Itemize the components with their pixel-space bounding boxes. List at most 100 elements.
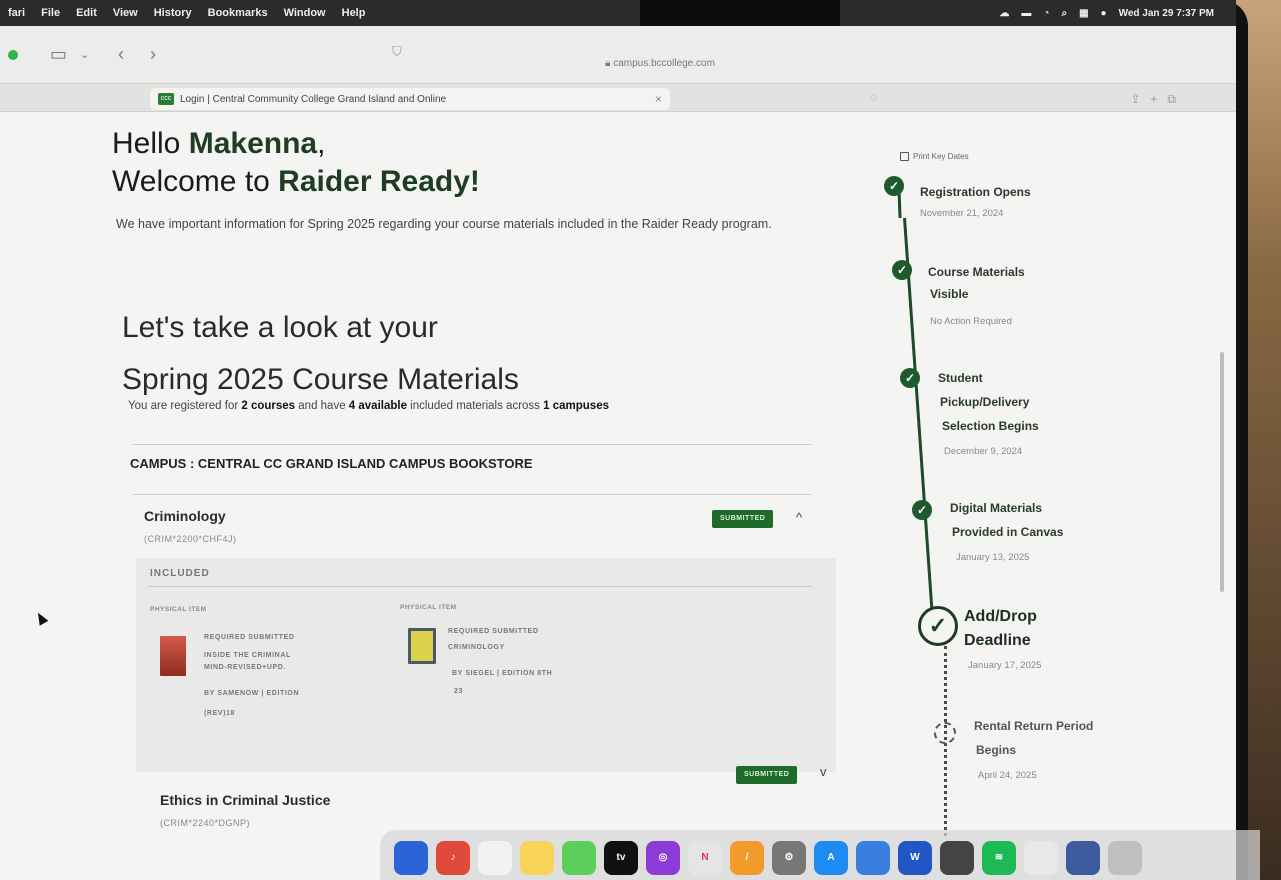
timeline-event-date: January 13, 2025 [956, 552, 1030, 563]
teams-app-icon[interactable] [856, 841, 890, 875]
app-store-app-icon[interactable]: A [814, 841, 848, 875]
menu-history[interactable]: History [154, 7, 192, 19]
new-tab-icon[interactable]: + [1150, 92, 1167, 106]
pending-circle-icon [934, 722, 956, 744]
cloud-icon[interactable]: ☁ [999, 8, 1009, 19]
item-author: BY SAMENOW | EDITION [204, 690, 300, 697]
share-icon[interactable]: ⇪ [1130, 92, 1150, 106]
preview-app-icon[interactable] [1024, 841, 1058, 875]
course-name-ethics[interactable]: Ethics in Criminal Justice [160, 792, 330, 808]
menu-bookmarks[interactable]: Bookmarks [208, 7, 268, 19]
battery-icon[interactable]: ▬ [1021, 8, 1031, 19]
menu-help[interactable]: Help [342, 7, 366, 19]
reader-icon[interactable]: ◌ [870, 90, 877, 104]
item-title: CRIMINOLOGY [448, 644, 505, 651]
timeline-event-title: Pickup/Delivery [940, 395, 1030, 409]
spotify-app-icon[interactable]: ≋ [982, 841, 1016, 875]
news-app-icon[interactable]: N [688, 841, 722, 875]
numbers-app-icon[interactable] [562, 841, 596, 875]
page-scrollbar[interactable] [1220, 352, 1224, 592]
word-app-icon[interactable]: W [898, 841, 932, 875]
check-icon: ✓ [900, 368, 920, 388]
course-code: (CRIM*2240*DGNP) [160, 818, 251, 828]
menu-view[interactable]: View [113, 7, 138, 19]
menu-window[interactable]: Window [284, 7, 326, 19]
apple-tv-app-icon[interactable]: tv [604, 841, 638, 875]
hello-suffix: , [317, 127, 326, 160]
included-label: INCLUDED [150, 568, 210, 579]
timeline-event-date: November 21, 2024 [920, 208, 1004, 219]
print-key-dates-link[interactable]: Print Key Dates [900, 152, 969, 161]
student-name: Makenna [188, 127, 318, 160]
included-materials-panel: INCLUDED PHYSICAL ITEM REQUIRED SUBMITTE… [136, 558, 836, 772]
browser-toolbar: ▭ ⌄ ‹ › ⛉ 🔒︎ campus.bccollege.com [0, 26, 1236, 84]
sidebar-toggle-icon[interactable]: ▭ [50, 44, 67, 65]
materials-heading-line1: Let's take a look at your [122, 311, 438, 344]
timeline-event-title: Selection Begins [942, 419, 1039, 433]
item-title-line1: INSIDE THE CRIMINAL [204, 652, 291, 659]
menubar-clock[interactable]: Wed Jan 29 7:37 PM [1119, 8, 1214, 19]
pages-app-icon[interactable]: / [730, 841, 764, 875]
welcome-prefix: Welcome to [112, 165, 279, 198]
timeline-event-title: Rental Return Period [974, 719, 1094, 733]
chevron-up-icon[interactable]: ^ [796, 510, 802, 525]
trash-icon[interactable] [1108, 841, 1142, 875]
forward-icon[interactable]: › [150, 44, 156, 65]
site-favicon-icon: ccc [158, 93, 174, 105]
privacy-shield-icon[interactable]: ⛉ [392, 44, 402, 60]
course-name-criminology[interactable]: Criminology [144, 508, 226, 524]
timeline-event-date: January 17, 2025 [968, 660, 1042, 671]
laptop-screen: fari File Edit View History Bookmarks Wi… [0, 0, 1236, 880]
item-edition: (REV)18 [204, 710, 236, 717]
timeline-event-title: Add/Drop [964, 608, 1037, 625]
back-icon[interactable]: ‹ [118, 44, 124, 65]
notes-app-icon[interactable] [520, 841, 554, 875]
course-code: (CRIM*2200*CHF4J) [144, 534, 237, 544]
podcasts-app-icon[interactable]: ◎ [646, 841, 680, 875]
tab-login[interactable]: ccc Login | Central Community College Gr… [150, 88, 670, 110]
control-center-icon[interactable]: ▦ [1079, 8, 1088, 19]
reg-available: 4 available [348, 400, 407, 412]
chevron-down-icon[interactable]: v [820, 764, 827, 779]
registration-summary: You are registered for 2 courses and hav… [128, 400, 609, 412]
item-author: BY SIEGEL | EDITION 8TH [452, 670, 553, 677]
menu-file[interactable]: File [41, 7, 60, 19]
window-zoom-button[interactable] [8, 50, 18, 60]
tab-overview-icon[interactable]: ⧉ [1167, 92, 1186, 106]
reg-campuses: 1 campuses [543, 400, 609, 412]
tab-bar: ccc Login | Central Community College Gr… [0, 84, 1236, 112]
chevron-down-icon[interactable]: ⌄ [80, 48, 89, 61]
print-icon [900, 152, 909, 161]
iphone-mirroring-app-icon[interactable] [940, 841, 974, 875]
program-name: Raider Ready! [278, 165, 480, 198]
address-bar[interactable]: 🔒︎ campus.bccollege.com [500, 54, 820, 74]
timeline-event-title: Registration Opens [920, 185, 1031, 199]
item-edition: 23 [454, 688, 463, 695]
reminders-app-icon[interactable] [478, 841, 512, 875]
timeline-event-title: Digital Materials [950, 501, 1043, 515]
item-type-label: PHYSICAL ITEM [400, 604, 457, 611]
reg-mid2: included materials across [406, 400, 544, 412]
book-cover-image[interactable] [160, 636, 186, 676]
menu-edit[interactable]: Edit [76, 7, 97, 19]
macos-dock: ♪ tv ◎ N / ⚙ A W ≋ [380, 830, 1260, 880]
finder-window-app-icon[interactable] [1066, 841, 1100, 875]
intro-text: We have important information for Spring… [116, 217, 772, 231]
search-icon[interactable]: ⌕ [1061, 8, 1067, 19]
menu-app[interactable]: fari [8, 7, 25, 19]
item-status: REQUIRED SUBMITTED [204, 634, 295, 641]
tab-title: Login | Central Community College Grand … [180, 93, 447, 105]
book-cover-image[interactable] [408, 628, 436, 664]
system-settings-app-icon[interactable]: ⚙ [772, 841, 806, 875]
timeline-event-title: Begins [976, 743, 1017, 757]
music-app-icon[interactable]: ♪ [436, 841, 470, 875]
timeline-event-date: No Action Required [930, 316, 1012, 327]
calendar-app-icon[interactable] [394, 841, 428, 875]
greeting-hello: Hello Makenna, [112, 126, 325, 162]
tab-close-icon[interactable]: × [655, 92, 662, 106]
lock-icon: 🔒︎ [605, 58, 611, 69]
materials-heading-line2: Spring 2025 Course Materials [122, 363, 519, 396]
wifi-icon[interactable]: ◔ [1043, 8, 1049, 19]
reg-prefix: You are registered for [128, 400, 242, 412]
siri-icon[interactable]: ● [1101, 8, 1107, 19]
